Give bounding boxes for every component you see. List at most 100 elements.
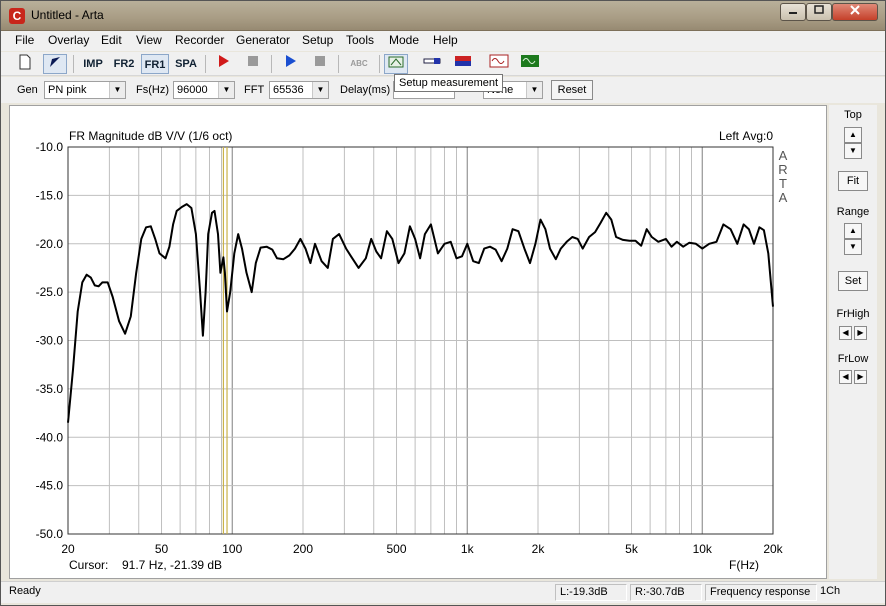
range-up-button[interactable]: ▲ bbox=[844, 223, 862, 239]
menu-generator[interactable]: Generator bbox=[236, 33, 290, 47]
play-icon bbox=[286, 55, 296, 67]
fft-size-select[interactable]: 65536 ▼ bbox=[269, 81, 329, 99]
channel-label: Left bbox=[719, 129, 740, 143]
stop-icon bbox=[248, 56, 258, 66]
plot-title: FR Magnitude dB V/V (1/6 oct) bbox=[69, 129, 232, 143]
generator-stop-button[interactable] bbox=[308, 54, 332, 74]
impulse-mode-button[interactable]: IMP bbox=[79, 54, 107, 74]
y-tick-label: -45.0 bbox=[36, 479, 64, 493]
arta-watermark-letter: R bbox=[778, 162, 787, 177]
select-cursor-button[interactable] bbox=[43, 54, 67, 74]
fr1-mode-button[interactable]: FR1 bbox=[141, 54, 169, 74]
fft-label: FFT bbox=[244, 84, 265, 96]
x-tick-label: 20k bbox=[763, 542, 783, 556]
y-tick-label: -25.0 bbox=[36, 285, 64, 299]
y-tick-label: -10.0 bbox=[36, 140, 64, 154]
set-button[interactable]: Set bbox=[838, 271, 868, 291]
document-icon bbox=[19, 54, 31, 70]
chevron-down-icon[interactable]: ▼ bbox=[526, 82, 542, 98]
arta-watermark-letter: A bbox=[779, 190, 788, 205]
measurement-setup-icon bbox=[388, 56, 404, 68]
y-tick-label: -30.0 bbox=[36, 334, 64, 348]
probe-icon bbox=[423, 58, 441, 64]
abc-button[interactable]: ABC bbox=[345, 54, 373, 74]
fr2-mode-button[interactable]: FR2 bbox=[110, 54, 138, 74]
chevron-down-icon[interactable]: ▼ bbox=[218, 82, 234, 98]
x-tick-label: 5k bbox=[625, 542, 639, 556]
frlow-left-button[interactable]: ◀ bbox=[839, 370, 852, 384]
chevron-down-icon[interactable]: ▼ bbox=[109, 82, 125, 98]
cursor-label: Cursor: bbox=[69, 558, 108, 572]
cursor-readout: 91.7 Hz, -21.39 dB bbox=[122, 558, 222, 572]
x-tick-label: 2k bbox=[532, 542, 546, 556]
y-tick-label: -20.0 bbox=[36, 237, 64, 251]
frequency-response-plot[interactable]: -10.0 -15.0 -20.0 -25.0 -30.0 -35.0 -40.0 -45.0… bbox=[9, 105, 827, 579]
frhigh-right-button[interactable]: ▶ bbox=[854, 326, 867, 340]
setup-measurement-button[interactable] bbox=[384, 54, 408, 74]
top-up-button[interactable]: ▲ bbox=[844, 127, 862, 143]
measurement-mode: Frequency response bbox=[705, 584, 817, 601]
generator-play-button[interactable] bbox=[278, 54, 302, 74]
frhigh-left-button[interactable]: ◀ bbox=[839, 326, 852, 340]
x-tick-label: 1k bbox=[461, 542, 475, 556]
menu-edit[interactable]: Edit bbox=[101, 33, 122, 47]
minimize-icon bbox=[789, 12, 797, 14]
fit-button[interactable]: Fit bbox=[838, 171, 868, 191]
frequency-response-curve bbox=[67, 203, 774, 423]
toolbar-separator bbox=[379, 55, 380, 73]
reset-button[interactable]: Reset bbox=[551, 80, 593, 100]
spa-mode-button[interactable]: SPA bbox=[172, 54, 200, 74]
menu-view[interactable]: View bbox=[136, 33, 162, 47]
maximize-button[interactable] bbox=[806, 3, 832, 21]
gen-label: Gen bbox=[17, 84, 38, 96]
calibration-button[interactable] bbox=[451, 54, 475, 74]
plot-canvas[interactable]: -10.0 -15.0 -20.0 -25.0 -30.0 -35.0 -40.0 -45.0… bbox=[10, 106, 828, 580]
fft-size-value: 65536 bbox=[273, 84, 304, 96]
arta-window: C Untitled - Arta File Overlay Edit View… bbox=[0, 0, 886, 606]
minimize-button[interactable] bbox=[780, 3, 806, 21]
status-bar: Ready L:-19.3dB R:-30.7dB Frequency resp… bbox=[1, 581, 885, 603]
menu-setup[interactable]: Setup bbox=[302, 33, 333, 47]
new-document-button[interactable] bbox=[13, 54, 37, 74]
x-tick-label: 10k bbox=[693, 542, 713, 556]
x-tick-label: 100 bbox=[222, 542, 242, 556]
record-play-icon bbox=[219, 55, 229, 67]
y-tick-label: -15.0 bbox=[36, 188, 64, 202]
x-tick-label: 500 bbox=[387, 542, 407, 556]
x-tick-label: 200 bbox=[293, 542, 313, 556]
scope-button[interactable] bbox=[518, 54, 542, 74]
toolbar-separator bbox=[338, 55, 339, 73]
calibration-icon bbox=[455, 56, 471, 66]
arrow-cursor-icon bbox=[50, 57, 60, 67]
fs-label: Fs(Hz) bbox=[136, 84, 169, 96]
menu-bar: File Overlay Edit View Recorder Generato… bbox=[1, 31, 885, 51]
toolbar: IMP FR2 FR1 SPA ABC bbox=[1, 52, 885, 76]
range-down-button[interactable]: ▼ bbox=[844, 239, 862, 255]
toolbar-separator bbox=[205, 55, 206, 73]
menu-help[interactable]: Help bbox=[433, 33, 458, 47]
record-stop-button[interactable] bbox=[241, 54, 265, 74]
arta-app-icon[interactable]: C bbox=[9, 8, 25, 24]
window-title: Untitled - Arta bbox=[31, 8, 104, 22]
generator-select[interactable]: PN pink ▼ bbox=[44, 81, 126, 99]
sample-rate-select[interactable]: 96000 ▼ bbox=[173, 81, 235, 99]
chevron-down-icon[interactable]: ▼ bbox=[312, 82, 328, 98]
frlow-right-button[interactable]: ▶ bbox=[854, 370, 867, 384]
x-tick-label: 50 bbox=[155, 542, 169, 556]
frhigh-label: FrHigh bbox=[836, 308, 870, 320]
menu-mode[interactable]: Mode bbox=[389, 33, 419, 47]
sine-wave-icon bbox=[489, 54, 509, 68]
y-tick-label: -35.0 bbox=[36, 382, 64, 396]
close-icon bbox=[850, 5, 860, 15]
top-down-button[interactable]: ▼ bbox=[844, 143, 862, 159]
probe-button[interactable] bbox=[420, 54, 444, 74]
stop-icon bbox=[315, 56, 325, 66]
signal-generator-button[interactable] bbox=[487, 54, 511, 74]
menu-overlay[interactable]: Overlay bbox=[48, 33, 89, 47]
menu-tools[interactable]: Tools bbox=[346, 33, 374, 47]
record-button[interactable] bbox=[211, 54, 235, 74]
menu-file[interactable]: File bbox=[15, 33, 34, 47]
menu-recorder[interactable]: Recorder bbox=[175, 33, 224, 47]
close-button[interactable] bbox=[832, 3, 878, 21]
status-ready: Ready bbox=[9, 585, 41, 597]
